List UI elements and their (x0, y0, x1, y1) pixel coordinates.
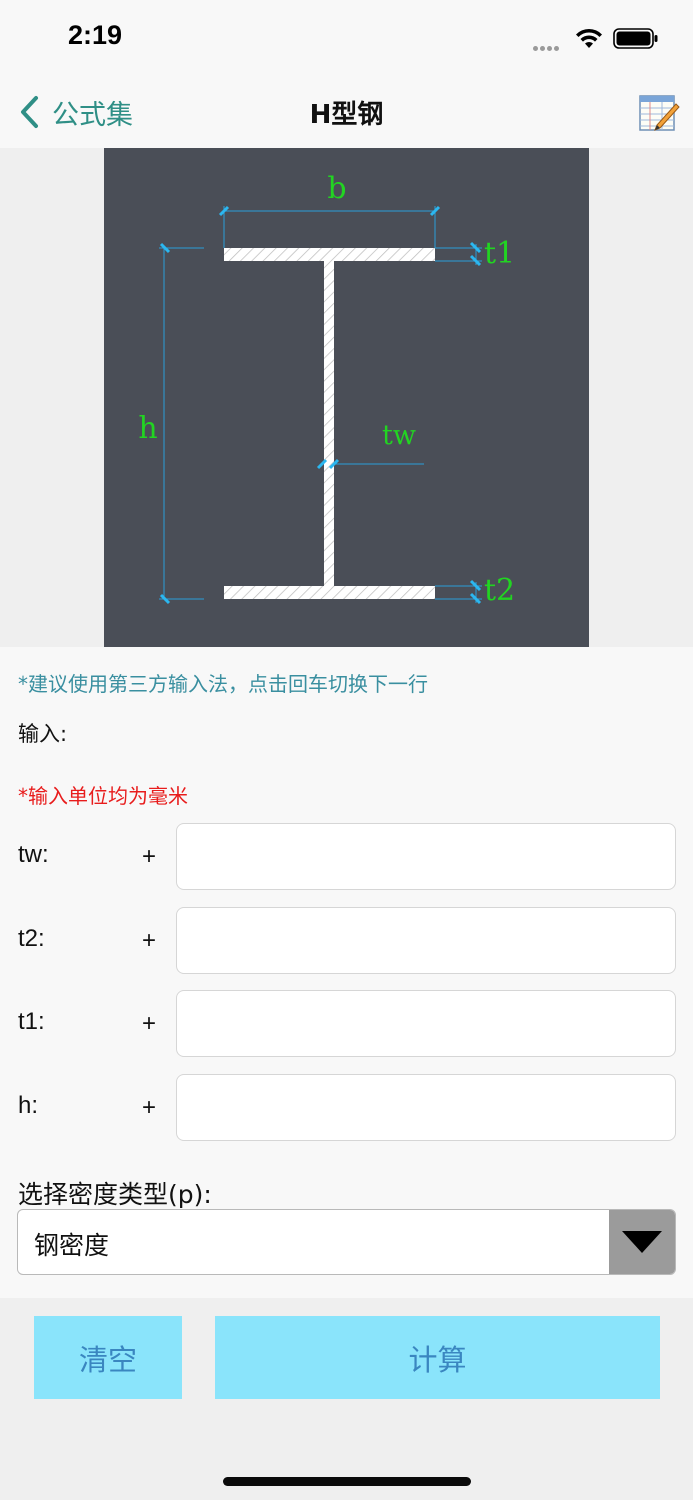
label-t2: t2 (484, 573, 515, 608)
param-row-h: h: + (0, 1074, 693, 1142)
home-indicator[interactable] (223, 1477, 471, 1486)
signal-icon (533, 36, 565, 51)
tw-input[interactable] (176, 823, 676, 890)
nav-bar: 公式集 H型钢 (0, 80, 693, 148)
param-row-t2: t2: + (0, 907, 693, 975)
wifi-icon (576, 28, 602, 48)
label-h: h (138, 411, 157, 446)
status-bar: 2:19 (0, 0, 693, 80)
battery-icon (613, 28, 658, 49)
param-label: tw: (18, 841, 49, 868)
input-section-title: 输入: (18, 722, 68, 746)
notes-edit-icon[interactable] (638, 94, 680, 134)
param-row-tw: tw: + (0, 823, 693, 891)
label-tw: tw (382, 420, 416, 451)
plus-sign: + (142, 927, 157, 954)
unit-note: *输入单位均为毫米 (18, 784, 188, 808)
dropdown-button[interactable] (609, 1210, 675, 1274)
h-beam-cross-section: b h t1 tw t2 (138, 171, 515, 608)
density-type-select[interactable]: 钢密度 (17, 1209, 676, 1275)
input-hint: *建议使用第三方输入法，点击回车切换下一行 (18, 672, 428, 696)
plus-sign: + (142, 1094, 157, 1121)
status-time: 2:19 (68, 20, 123, 50)
clear-button[interactable]: 清空 (34, 1316, 182, 1399)
t2-input[interactable] (176, 907, 676, 974)
density-type-label: 选择密度类型(p): (18, 1180, 212, 1209)
param-label: h: (18, 1092, 39, 1119)
param-label: t2: (18, 925, 45, 952)
density-selected-value: 钢密度 (34, 1231, 110, 1260)
calculate-button[interactable]: 计算 (215, 1316, 660, 1399)
param-row-t1: t1: + (0, 990, 693, 1058)
h-beam-diagram: b h t1 tw t2 (104, 148, 589, 647)
param-label: t1: (18, 1008, 45, 1035)
label-t1: t1 (484, 236, 515, 271)
plus-sign: + (142, 843, 157, 870)
t1-input[interactable] (176, 990, 676, 1057)
plus-sign: + (142, 1010, 157, 1037)
triangle-down-icon (622, 1231, 662, 1253)
label-b: b (327, 171, 346, 206)
h-input[interactable] (176, 1074, 676, 1141)
page-title: H型钢 (309, 100, 384, 130)
